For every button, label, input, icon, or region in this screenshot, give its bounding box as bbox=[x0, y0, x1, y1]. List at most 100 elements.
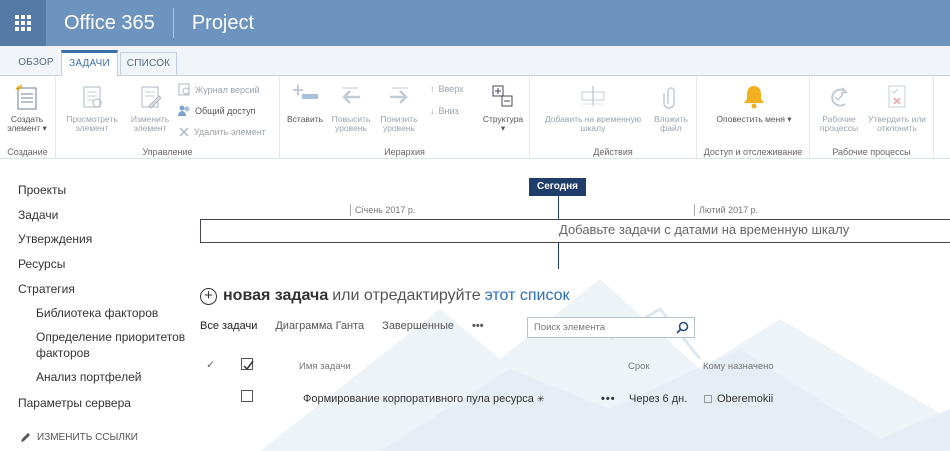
search-placeholder: Поиск элемента bbox=[534, 322, 606, 333]
app-launcher-icon[interactable] bbox=[0, 0, 46, 46]
edit-links-button[interactable]: ИЗМЕНИТЬ ССЫЛКИ bbox=[20, 432, 138, 443]
task-name-link[interactable]: Формирование корпоративного пула ресурса… bbox=[303, 393, 544, 405]
suite-bar: Office 365 Project bbox=[0, 0, 950, 46]
view-gantt[interactable]: Диаграмма Ганта bbox=[275, 320, 364, 332]
new-task-bar: + новая задача или отредактируйте этот с… bbox=[200, 287, 570, 305]
presence-icon bbox=[704, 395, 712, 403]
nav-approvals[interactable]: Утверждения bbox=[18, 227, 188, 252]
alert-me-button[interactable]: Оповестить меня ▾ bbox=[715, 82, 793, 124]
shared-with-button[interactable]: Общий доступ bbox=[178, 104, 255, 117]
view-item-button[interactable]: Просмотреть элемент bbox=[62, 82, 122, 133]
move-up-label: Вверх bbox=[438, 84, 464, 94]
column-due-date[interactable]: Срок bbox=[628, 361, 650, 372]
search-input[interactable]: Поиск элемента bbox=[527, 317, 695, 338]
workflow-icon bbox=[831, 87, 849, 107]
nav-resources[interactable]: Ресурсы bbox=[18, 252, 188, 277]
view-item-icon bbox=[83, 86, 102, 108]
or-edit-text: или отредактируйте bbox=[332, 287, 481, 304]
workflows-button[interactable]: Рабочие процессы bbox=[814, 82, 864, 133]
view-completed[interactable]: Завершенные bbox=[382, 320, 454, 332]
arrow-down-icon: ↓ bbox=[430, 106, 435, 116]
nav-server-settings[interactable]: Параметры сервера bbox=[18, 391, 188, 416]
new-item-icon bbox=[15, 85, 37, 110]
timeline-month-jan: Січень 2017 р. bbox=[350, 204, 415, 216]
today-marker: Сегодня bbox=[529, 178, 586, 196]
nav-portfolio-analysis[interactable]: Анализ портфелей bbox=[18, 369, 188, 385]
assigned-user-name: Oberemokii bbox=[717, 393, 774, 405]
row-ellipsis-menu[interactable]: ••• bbox=[601, 393, 616, 405]
nav-projects[interactable]: Проекты bbox=[18, 178, 188, 203]
tab-overview[interactable]: ОБЗОР bbox=[14, 52, 58, 76]
group-create: Создать элемент ▾ Создание bbox=[0, 76, 56, 159]
view-all-tasks[interactable]: Все задачи bbox=[200, 320, 257, 332]
tab-tasks[interactable]: ЗАДАЧИ bbox=[61, 50, 118, 77]
background-decoration bbox=[180, 159, 950, 451]
add-circle-icon[interactable]: + bbox=[200, 287, 217, 305]
outline-button[interactable]: Структура ▾ bbox=[478, 82, 528, 133]
indent-icon bbox=[293, 85, 318, 99]
select-all-checkbox[interactable] bbox=[241, 358, 254, 371]
demote-label: Понизить уровень bbox=[380, 114, 418, 133]
nav-driver-prioritization[interactable]: Определение приоритетов факторов bbox=[18, 329, 188, 361]
promote-button[interactable]: Повысить уровень bbox=[328, 82, 374, 133]
demote-button[interactable]: Понизить уровень bbox=[376, 82, 422, 133]
column-assigned-to[interactable]: Кому назначено bbox=[703, 361, 774, 372]
edit-list-link[interactable]: этот список bbox=[485, 287, 570, 305]
demote-icon bbox=[390, 87, 408, 104]
delete-item-label: Удалить элемент bbox=[194, 127, 266, 137]
edit-item-label: Изменить элемент bbox=[130, 114, 170, 133]
new-task-link[interactable]: новая задача bbox=[223, 287, 328, 305]
attach-file-label: Вложить файл bbox=[653, 114, 689, 133]
move-down-button[interactable]: ↓ Вниз bbox=[430, 106, 459, 116]
shared-with-label: Общий доступ bbox=[195, 105, 256, 116]
edit-item-button[interactable]: Изменить элемент bbox=[126, 82, 174, 133]
timeline-hint: Добавьте задачи с датами на временную шк… bbox=[559, 222, 850, 237]
task-name: Формирование корпоративного пула ресурса bbox=[303, 393, 534, 405]
group-create-label: Создание bbox=[7, 147, 48, 157]
approve-reject-button[interactable]: Утвердить или отклонить bbox=[866, 82, 928, 133]
alert-me-label: Оповестить меня ▾ bbox=[716, 114, 792, 124]
indent-button[interactable]: Вставить bbox=[284, 82, 326, 124]
version-history-button[interactable]: Журнал версий bbox=[178, 83, 260, 96]
row-checkbox[interactable] bbox=[241, 390, 253, 402]
group-hierarchy: Вставить Повысить уровень Понизить урове… bbox=[280, 76, 530, 159]
timeline-month-feb: Лютий 2017 р. bbox=[694, 204, 758, 216]
pencil-icon bbox=[21, 433, 30, 442]
delete-item-button[interactable]: Удалить элемент bbox=[178, 126, 266, 138]
timeline-icon bbox=[581, 86, 605, 106]
group-workflows: Рабочие процессы Утвердить или отклонить… bbox=[810, 76, 934, 159]
group-access-label: Доступ и отслеживание bbox=[703, 147, 803, 157]
column-task-name[interactable]: Имя задачи bbox=[299, 361, 351, 372]
attach-file-button[interactable]: Вложить файл bbox=[650, 82, 692, 133]
group-hierarchy-label: Иерархия bbox=[384, 147, 425, 157]
shared-with-icon bbox=[178, 105, 190, 116]
group-manage: Просмотреть элемент Изменить элемент Жур… bbox=[56, 76, 280, 159]
brand-title[interactable]: Office 365 bbox=[46, 0, 173, 46]
workflows-label: Рабочие процессы bbox=[819, 114, 859, 133]
checkmark-icon: ✓ bbox=[206, 359, 216, 371]
app-title[interactable]: Project bbox=[174, 12, 272, 35]
edit-links-label: ИЗМЕНИТЬ ССЫЛКИ bbox=[37, 432, 138, 443]
ribbon-tabs: ОБЗОР ЗАДАЧИ СПИСОК bbox=[0, 46, 950, 77]
add-to-timeline-button[interactable]: Добавить на временную шкалу bbox=[534, 82, 652, 133]
delete-icon bbox=[179, 127, 189, 137]
view-selector: Все задачи Диаграмма Ганта Завершенные •… bbox=[200, 320, 484, 332]
group-actions: Добавить на временную шкалу Вложить файл… bbox=[530, 76, 697, 159]
add-to-timeline-label: Добавить на временную шкалу bbox=[544, 114, 642, 133]
version-history-label: Журнал версий bbox=[195, 84, 260, 95]
tab-list[interactable]: СПИСОК bbox=[120, 52, 177, 76]
group-manage-label: Управление bbox=[142, 147, 193, 157]
ribbon: Создать элемент ▾ Создание Просмотреть э… bbox=[0, 76, 950, 159]
create-item-button[interactable]: Создать элемент ▾ bbox=[4, 82, 50, 133]
move-down-label: Вниз bbox=[438, 106, 459, 116]
assigned-user[interactable]: Oberemokii bbox=[704, 393, 773, 405]
indent-label: Вставить bbox=[286, 114, 324, 124]
more-views-ellipsis[interactable]: ••• bbox=[472, 320, 484, 332]
view-item-label: Просмотреть элемент bbox=[66, 114, 118, 133]
nav-strategy[interactable]: Стратегия bbox=[18, 277, 188, 302]
nav-driver-library[interactable]: Библиотека факторов bbox=[18, 305, 188, 321]
nav-tasks[interactable]: Задачи bbox=[18, 203, 188, 228]
group-access: Оповестить меня ▾ Доступ и отслеживание bbox=[697, 76, 810, 159]
create-item-label: Создать элемент ▾ bbox=[7, 114, 47, 133]
move-up-button[interactable]: ↑ Вверх bbox=[430, 84, 464, 94]
